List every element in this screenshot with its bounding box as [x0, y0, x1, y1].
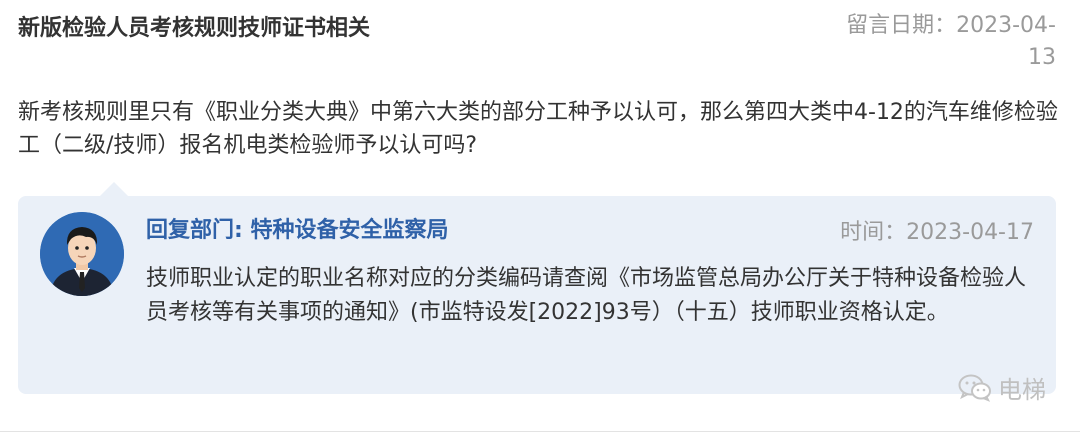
message-title: 新版检验人员考核规则技师证书相关 — [18, 16, 371, 41]
message-page: 新版检验人员考核规则技师证书相关 留言日期：2023-04- 13 新考核规则里… — [0, 0, 1080, 434]
message-date-line2: 13 — [1028, 45, 1056, 70]
message-date-line1: 留言日期：2023-04- — [846, 13, 1056, 38]
watermark: 电梯 — [958, 370, 1046, 405]
divider — [0, 431, 1080, 432]
message-header: 新版检验人员考核规则技师证书相关 留言日期：2023-04- 13 — [18, 8, 1062, 78]
watermark-label: 电梯 — [998, 376, 1046, 404]
wechat-icon — [958, 374, 992, 402]
reply-card-pointer — [100, 182, 128, 196]
reply-department: 回复部门: 特种设备安全监察局 — [146, 218, 449, 243]
official-avatar-icon — [40, 212, 124, 296]
reply-time: 时间：2023-04-17 — [840, 220, 1034, 245]
message-question: 新考核规则里只有《职业分类大典》中第六大类的部分工种予以认可，那么第四大类中4-… — [18, 100, 1058, 158]
message-date: 留言日期：2023-04- 13 — [816, 10, 1056, 74]
reply-card: 回复部门: 特种设备安全监察局 时间：2023-04-17 技师职业认定的职业名… — [18, 182, 1056, 394]
reply-content: 技师职业认定的职业名称对应的分类编码请查阅《市场监管总局办公厅关于特种设备检验人… — [146, 266, 1027, 325]
